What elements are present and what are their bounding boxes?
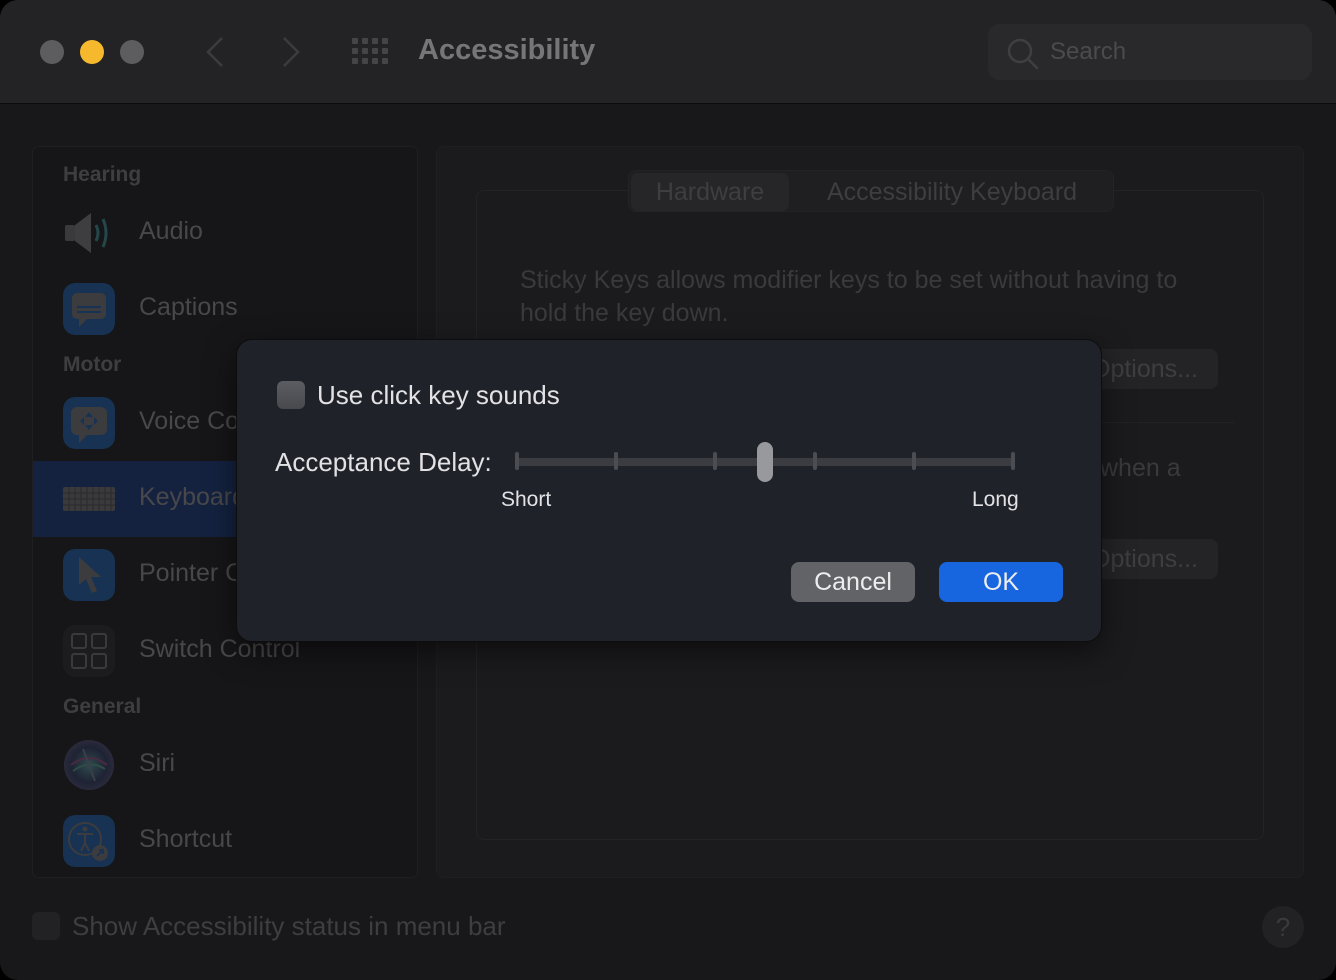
cancel-button[interactable]: Cancel: [791, 562, 915, 602]
search-field[interactable]: [988, 24, 1312, 80]
tab-hardware[interactable]: Hardware: [631, 173, 789, 211]
window-title: Accessibility: [418, 34, 596, 66]
voice-control-icon: [63, 397, 115, 449]
section-header-motor: Motor: [63, 353, 122, 376]
section-header-hearing: Hearing: [63, 163, 142, 186]
slider-tick: [713, 452, 718, 470]
tab-accessibility-keyboard[interactable]: Accessibility Keyboard: [795, 173, 1109, 211]
sidebar-item-label: Shortcut: [139, 825, 233, 853]
speaker-icon: [65, 213, 108, 253]
switch-control-icon: [63, 625, 115, 677]
slider-tick: [515, 452, 519, 470]
slow-keys-options-sheet: Use click key sounds Acceptance Delay: S…: [236, 339, 1102, 642]
search-icon: [1007, 38, 1039, 70]
sidebar-item-label: Captions: [139, 293, 238, 321]
sidebar-item-label: Siri: [139, 749, 176, 777]
slider-max-label: Long: [972, 488, 1019, 511]
chevron-left-icon: [206, 37, 223, 67]
minimize-button[interactable]: [80, 40, 104, 64]
show-all-grid-icon[interactable]: [352, 38, 390, 66]
slider-tick: [614, 452, 619, 470]
section-divider: [1100, 422, 1234, 423]
siri-icon: [64, 740, 114, 790]
search-input[interactable]: [1050, 36, 1290, 68]
slider-tick: [1011, 452, 1015, 470]
tab-bar: Hardware Accessibility Keyboard: [628, 170, 1114, 212]
slider-tick: [812, 452, 817, 470]
slider-thumb[interactable]: [757, 442, 773, 482]
section-header-general: General: [63, 695, 142, 718]
show-status-label: Show Accessibility status in menu bar: [72, 911, 506, 941]
title-bar: Accessibility: [0, 0, 1336, 104]
accessibility-shortcut-icon: [63, 815, 115, 867]
sidebar-item-audio[interactable]: Audio: [33, 195, 417, 271]
forward-button[interactable]: [276, 33, 306, 71]
click-key-sounds-checkbox[interactable]: [277, 381, 305, 409]
slow-keys-description: when a: [1100, 454, 1181, 482]
chevron-right-icon: [283, 37, 300, 67]
pointer-icon: [63, 549, 115, 601]
system-preferences-window: Accessibility Hearing Audio: [0, 0, 1336, 980]
slider-min-label: Short: [501, 488, 552, 511]
acceptance-delay-label: Acceptance Delay:: [275, 447, 492, 477]
sidebar-item-siri[interactable]: Siri: [33, 727, 417, 803]
close-button[interactable]: [40, 40, 64, 64]
sidebar-item-shortcut[interactable]: Shortcut: [33, 803, 417, 879]
show-status-checkbox[interactable]: [32, 912, 60, 940]
sidebar-item-captions[interactable]: Captions: [33, 271, 417, 347]
click-key-sounds-label: Use click key sounds: [317, 380, 560, 410]
help-button[interactable]: ?: [1262, 906, 1304, 948]
sidebar-item-label: Keyboard: [139, 483, 247, 511]
ok-button[interactable]: OK: [939, 562, 1063, 602]
slider-tick: [911, 452, 916, 470]
sidebar-item-label: Audio: [139, 217, 203, 245]
sticky-keys-description: Sticky Keys allows modifier keys to be s…: [520, 266, 1178, 327]
acceptance-delay-slider[interactable]: [515, 440, 1015, 484]
back-button[interactable]: [200, 33, 230, 71]
zoom-button[interactable]: [120, 40, 144, 64]
captions-icon: [63, 283, 115, 335]
keyboard-icon: [63, 487, 115, 511]
